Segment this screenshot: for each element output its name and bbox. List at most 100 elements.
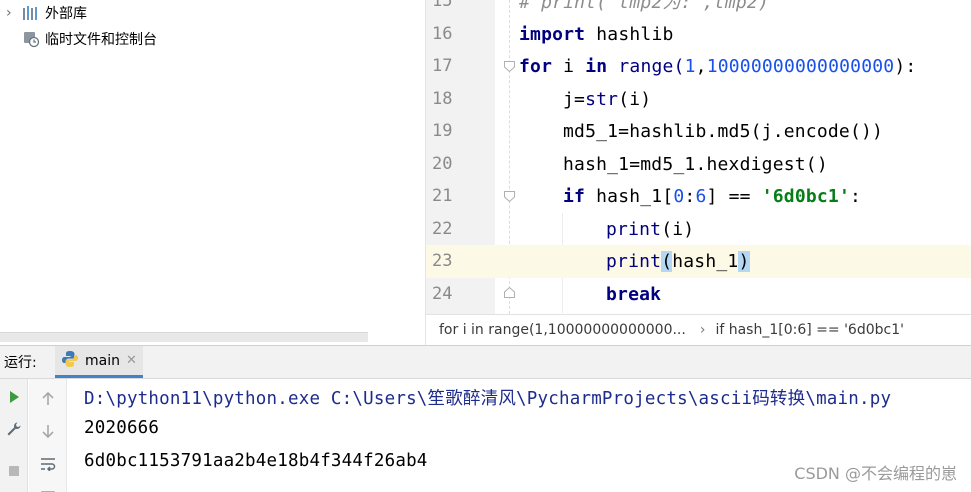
- line-number: 21: [432, 186, 453, 207]
- run-tab-main[interactable]: main ✕: [55, 346, 143, 378]
- console-command-line: D:\python11\python.exe C:\Users\笙歌醉清风\Py…: [84, 389, 892, 409]
- code-text: if hash_1[0:6] == '6d0bc1':: [563, 186, 861, 207]
- tree-item-scratches[interactable]: 临时文件和控制台: [20, 26, 157, 52]
- punct-token: ):: [894, 55, 917, 77]
- line-number: 17: [432, 56, 453, 77]
- code-line-20[interactable]: 20 hash_1=md5_1.hexdigest(): [426, 148, 971, 181]
- code-text: for i in range(1,10000000000000000):: [519, 56, 916, 77]
- wrap-icon: [41, 458, 56, 471]
- project-tree-panel: › 外部库 临时文件和控制台: [0, 0, 425, 345]
- code-text: md5_1=hashlib.md5(j.encode()): [563, 120, 884, 142]
- code-line-22[interactable]: 22 print(i): [426, 213, 971, 246]
- code-line-15[interactable]: 15 # print('tmp2为:',tmp2): [426, 0, 971, 18]
- scratches-icon: [20, 30, 42, 48]
- code-token: hash_1[: [585, 185, 674, 207]
- code-token: j=: [563, 88, 586, 110]
- keyword-in: in: [585, 55, 608, 77]
- builtin-range: range(: [607, 55, 685, 77]
- breadcrumb-item[interactable]: if hash_1[0:6] == '6d0bc1': [715, 322, 904, 338]
- code-text: break: [606, 284, 661, 305]
- tree-item-label: 临时文件和控制台: [45, 32, 157, 48]
- code-line-19[interactable]: 19 md5_1=hashlib.md5(j.encode()): [426, 115, 971, 148]
- run-toolbar-primary: [0, 379, 28, 492]
- fold-marker-icon[interactable]: [503, 190, 516, 203]
- tree-item-label: 外部库: [45, 6, 87, 22]
- settings-button[interactable]: [2, 417, 26, 441]
- punct-token: :: [684, 185, 696, 207]
- code-line-18[interactable]: 18 j=str(i): [426, 83, 971, 116]
- console-output-line: 6d0bc1153791aa2b4e18b4f344f26ab4: [84, 451, 428, 471]
- number-token: 10000000000000000: [706, 55, 895, 77]
- horizontal-scrollbar[interactable]: [0, 332, 368, 342]
- number-token: 1: [684, 55, 696, 77]
- scroll-up-button[interactable]: [36, 387, 60, 411]
- line-number: 23: [426, 245, 495, 278]
- code-text: j=str(i): [563, 89, 651, 110]
- library-icon: [20, 4, 42, 22]
- breadcrumb-item[interactable]: for i in range(1,10000000000000...: [439, 322, 686, 338]
- line-number: 15: [432, 0, 453, 12]
- bracket-match: ): [738, 250, 750, 272]
- line-number: 18: [432, 89, 453, 110]
- line-number: 22: [432, 219, 453, 240]
- stop-button[interactable]: [2, 459, 26, 483]
- print-button[interactable]: [36, 482, 60, 492]
- console-output-line: 2020666: [84, 418, 160, 438]
- tree-item-external-libraries[interactable]: › 外部库: [6, 0, 87, 26]
- builtin-print: print: [606, 250, 662, 272]
- fold-marker-icon[interactable]: [503, 60, 516, 73]
- watermark: CSDN @不会编程的崽: [794, 464, 957, 483]
- code-text: print(hash_1): [606, 250, 750, 272]
- soft-wrap-button[interactable]: [36, 452, 60, 476]
- run-toolbar-secondary: [29, 379, 67, 492]
- punct-token: :: [850, 185, 862, 207]
- arrow-up-icon: [42, 392, 54, 405]
- chevron-right-icon[interactable]: ›: [6, 5, 20, 21]
- comment-token: # print('tmp2为:',tmp2): [519, 0, 769, 14]
- code-text: print(i): [606, 219, 694, 240]
- module-name: hashlib: [585, 23, 674, 45]
- punct-token: ,: [695, 55, 707, 77]
- console-output[interactable]: D:\python11\python.exe C:\Users\笙歌醉清风\Py…: [68, 379, 971, 492]
- code-text: # print('tmp2为:',tmp2): [519, 0, 769, 14]
- loop-var: i: [552, 55, 586, 77]
- string-token: '6d0bc1': [761, 185, 850, 207]
- keyword-import: import: [519, 23, 586, 45]
- builtin-print: print: [606, 218, 662, 240]
- run-tab-label: main: [85, 352, 120, 369]
- breadcrumb-separator-icon: ›: [699, 322, 706, 338]
- code-token: hash_1: [672, 250, 739, 272]
- code-editor[interactable]: 15 # print('tmp2为:',tmp2) 16 import hash…: [425, 0, 971, 345]
- code-line-16[interactable]: 16 import hashlib: [426, 18, 971, 51]
- run-label: 运行:: [4, 355, 37, 371]
- code-token: (i): [618, 88, 652, 110]
- wrench-icon: [7, 422, 21, 436]
- keyword-break: break: [606, 283, 662, 305]
- stop-icon: [9, 466, 19, 476]
- code-text: import hashlib: [519, 24, 674, 45]
- number-token: 0: [673, 185, 685, 207]
- scroll-down-button[interactable]: [36, 419, 60, 443]
- code-line-21[interactable]: 21 if hash_1[0:6] == '6d0bc1':: [426, 180, 971, 213]
- keyword-for: for: [519, 55, 553, 77]
- breadcrumb: for i in range(1,10000000000000... › if …: [426, 314, 971, 345]
- builtin-str: str: [585, 88, 619, 110]
- number-token: 6: [695, 185, 707, 207]
- code-token: (i): [661, 218, 695, 240]
- play-icon: [10, 391, 19, 403]
- fold-end-marker-icon[interactable]: [503, 286, 516, 299]
- code-text: hash_1=md5_1.hexdigest(): [563, 153, 828, 175]
- bracket-match: (: [661, 250, 673, 272]
- keyword-if: if: [563, 185, 586, 207]
- run-panel-header: 运行: main ✕: [0, 345, 971, 379]
- line-number: 24: [432, 284, 453, 305]
- rerun-button[interactable]: [2, 385, 26, 409]
- line-number: 16: [432, 24, 453, 45]
- code-token: ] ==: [706, 185, 762, 207]
- close-icon[interactable]: ✕: [126, 353, 137, 368]
- line-number: 20: [432, 154, 453, 175]
- code-line-23[interactable]: 23 print(hash_1): [426, 245, 971, 278]
- code-line-17[interactable]: 17 for i in range(1,10000000000000000):: [426, 50, 971, 83]
- code-line-24[interactable]: 24 break: [426, 278, 971, 311]
- arrow-down-icon: [42, 425, 54, 438]
